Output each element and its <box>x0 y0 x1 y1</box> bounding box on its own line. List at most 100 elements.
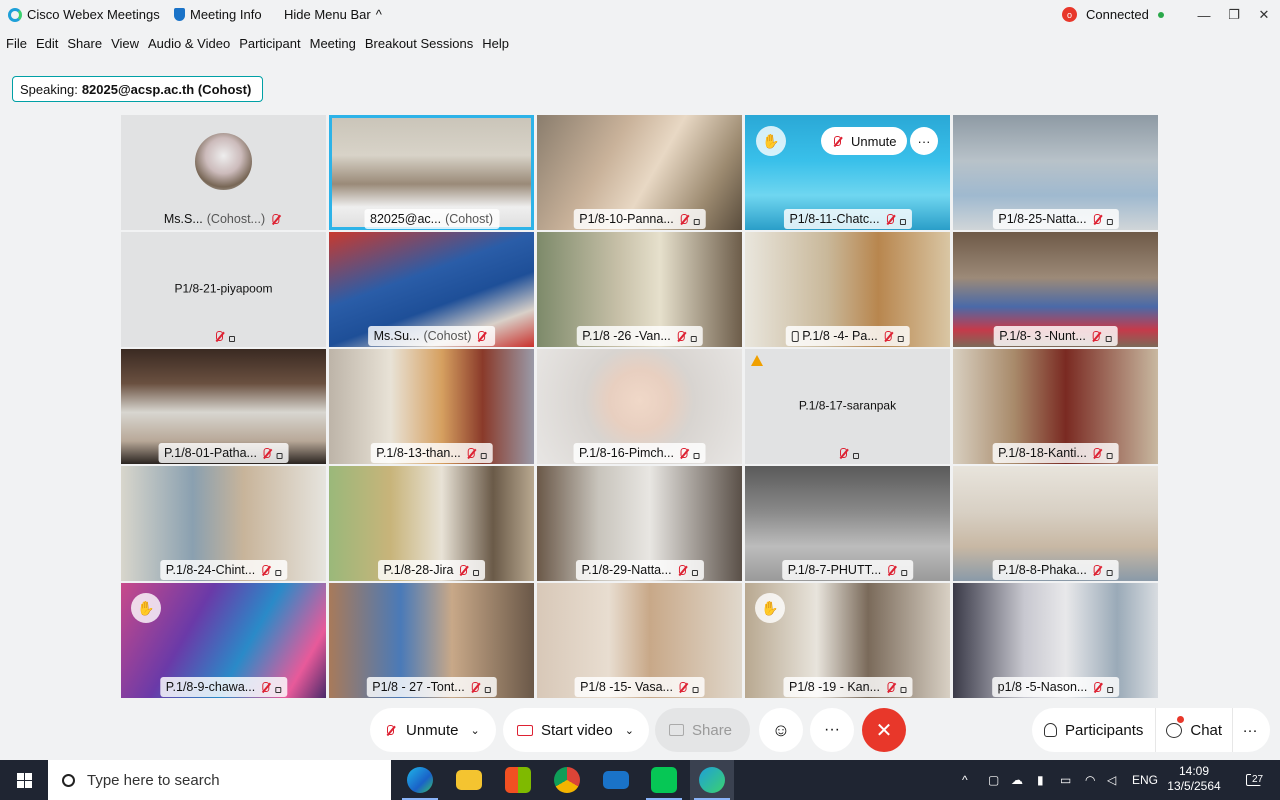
microphone-muted-icon <box>1091 447 1105 460</box>
language-indicator[interactable]: ENG <box>1132 760 1160 800</box>
hide-menu-bar-button[interactable]: Hide Menu Bar ^ <box>284 7 382 22</box>
video-tile[interactable]: P1/8 -15- Vasa... <box>537 583 742 698</box>
menu-breakout-sessions[interactable]: Breakout Sessions <box>365 36 473 56</box>
video-tile[interactable]: p1/8 -5-Nason... <box>953 583 1158 698</box>
chrome-app[interactable] <box>545 760 589 800</box>
lock-icon <box>901 570 908 576</box>
chevron-down-icon[interactable]: ⌄ <box>625 724 634 737</box>
video-tile[interactable]: ✋ P1/8 -19 - Kan... <box>745 583 950 698</box>
speaking-indicator: Speaking: 82025@acsp.ac.th (Cohost) <box>12 76 263 102</box>
microphone-muted-icon <box>882 330 896 343</box>
line-app[interactable] <box>642 760 686 800</box>
menu-edit[interactable]: Edit <box>36 36 58 56</box>
video-tile[interactable]: P1/8 - 27 -Tont... <box>329 583 534 698</box>
raise-hand-icon[interactable]: ✋ <box>131 593 161 623</box>
menu-participant[interactable]: Participant <box>239 36 300 56</box>
more-panels-button[interactable]: ··· <box>1233 708 1267 752</box>
show-hidden-icons-button[interactable]: ^ <box>962 760 978 800</box>
video-tile-active-speaker[interactable]: 82025@ac... (Cohost) <box>329 115 534 230</box>
unmute-button[interactable]: Unmute ⌄ <box>370 708 496 752</box>
maximize-button[interactable]: ❐ <box>1224 5 1244 25</box>
unmute-participant-button[interactable]: Unmute <box>821 127 907 155</box>
webex-app[interactable] <box>690 760 734 800</box>
more-options-button[interactable]: ··· <box>810 708 854 752</box>
more-icon: ··· <box>1242 721 1258 739</box>
microphone-muted-icon <box>1091 213 1105 226</box>
edge-icon <box>407 767 433 793</box>
video-tile[interactable]: P.1/8-29-Natta... <box>537 466 742 581</box>
menu-help[interactable]: Help <box>482 36 509 56</box>
edge-app[interactable] <box>398 760 442 800</box>
taskbar-clock[interactable]: 14:09 13/5/2564 <box>1163 764 1225 794</box>
video-tile[interactable]: ✋ P.1/8-9-chawa... <box>121 583 326 698</box>
store-app[interactable] <box>496 760 540 800</box>
onedrive-icon[interactable]: ☁ <box>1011 760 1029 800</box>
minimize-button[interactable]: — <box>1194 5 1214 25</box>
menu-audio-video[interactable]: Audio & Video <box>148 36 230 56</box>
raise-hand-icon[interactable]: ✋ <box>756 126 786 156</box>
shield-icon <box>174 8 185 21</box>
lock-icon <box>1106 570 1113 576</box>
chat-button[interactable]: Chat <box>1156 708 1232 752</box>
raise-hand-icon[interactable]: ✋ <box>755 593 785 623</box>
participant-name: P.1/8-17-saranpak <box>798 398 897 413</box>
start-video-button[interactable]: Start video ⌄ <box>503 708 649 752</box>
video-tile[interactable]: P.1/8-24-Chint... <box>121 466 326 581</box>
video-tile[interactable]: P.1/8 -26 -Van... <box>537 232 742 347</box>
participants-button[interactable]: Participants <box>1032 708 1155 752</box>
tile-label: P.1/8-18-Kanti... <box>992 443 1119 463</box>
video-tile[interactable]: P.1/8-18-Kanti... <box>953 349 1158 464</box>
video-tile[interactable]: P.1/8-01-Patha... <box>121 349 326 464</box>
battery-icon[interactable]: ▭ <box>1060 760 1076 800</box>
folder-icon <box>456 770 482 790</box>
menu-share[interactable]: Share <box>67 36 102 56</box>
video-tile[interactable]: P.1/8-28-Jira <box>329 466 534 581</box>
video-tile[interactable]: P.1/8-8-Phaka... <box>953 466 1158 581</box>
notifications-button[interactable]: 27 <box>1238 760 1268 800</box>
microphone-muted-icon <box>259 681 273 694</box>
more-options-button[interactable]: ··· <box>910 127 938 155</box>
video-tile[interactable]: P.1/8-17-saranpak <box>745 349 950 464</box>
tile-label: P.1/8-24-Chint... <box>159 560 288 580</box>
video-tile[interactable]: Ms.S... (Cohost...) <box>121 115 326 230</box>
microphone-icon[interactable]: ▮ <box>1037 760 1049 800</box>
start-button[interactable] <box>0 760 48 800</box>
microphone-muted-icon <box>1091 681 1105 694</box>
microphone-muted-icon <box>213 330 227 343</box>
video-tile[interactable]: P.1/8- 3 -Nunt... <box>953 232 1158 347</box>
menu-file[interactable]: File <box>6 36 27 56</box>
menu-view[interactable]: View <box>111 36 139 56</box>
lock-icon <box>897 336 904 342</box>
connection-status[interactable]: o Connected <box>1062 7 1164 22</box>
video-tile[interactable]: ✋ Unmute ··· P1/8-11-Chatc... <box>745 115 950 230</box>
file-explorer-app[interactable] <box>447 760 491 800</box>
reactions-button[interactable]: ☺ <box>759 708 803 752</box>
video-tile[interactable]: Ms.Su... (Cohost) <box>329 232 534 347</box>
volume-icon[interactable]: ◁ <box>1107 760 1123 800</box>
meeting-info-button[interactable]: Meeting Info <box>174 7 262 22</box>
microphone-muted-icon <box>465 447 479 460</box>
mail-app[interactable] <box>594 760 638 800</box>
video-tile[interactable]: P1/8-10-Panna... <box>537 115 742 230</box>
taskbar-search[interactable]: Type here to search <box>48 760 391 800</box>
tile-label: 82025@ac... (Cohost) <box>363 209 500 229</box>
meet-now-icon[interactable]: ▢ <box>988 760 1002 800</box>
video-tile[interactable]: P.1/8-16-Pimch... <box>537 349 742 464</box>
video-tile[interactable]: P1/8-25-Natta... <box>953 115 1158 230</box>
wifi-icon[interactable]: ◠ <box>1085 760 1101 800</box>
microphone-muted-icon <box>259 564 273 577</box>
video-tile[interactable]: P.1/8-7-PHUTT... <box>745 466 950 581</box>
video-tile[interactable]: P1/8-21-piyapoom <box>121 232 326 347</box>
lock-icon <box>480 453 487 459</box>
share-button[interactable]: Share <box>655 708 750 752</box>
lock-icon <box>692 687 699 693</box>
lock-icon <box>275 570 282 576</box>
warning-icon <box>751 355 763 366</box>
video-tile[interactable]: P.1/8-13-than... <box>329 349 534 464</box>
tile-label: P.1/8-29-Natta... <box>575 560 704 580</box>
video-tile[interactable]: P.1/8 -4- Pa... <box>745 232 950 347</box>
chevron-down-icon[interactable]: ⌄ <box>471 724 480 737</box>
close-window-button[interactable]: ✕ <box>1254 5 1274 25</box>
menu-meeting[interactable]: Meeting <box>310 36 356 56</box>
leave-meeting-button[interactable]: ✕ <box>862 708 906 752</box>
